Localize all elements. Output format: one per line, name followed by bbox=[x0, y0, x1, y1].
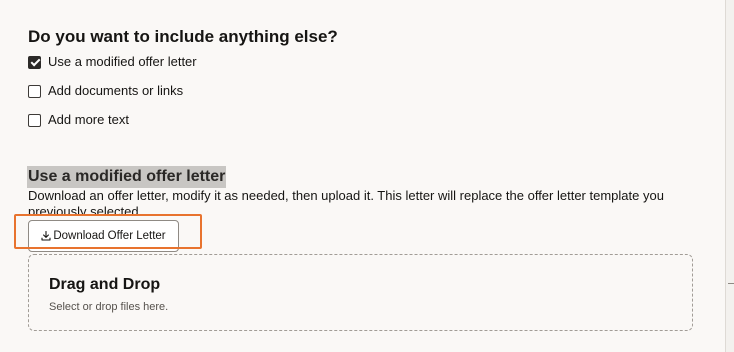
checkbox-unchecked-icon[interactable] bbox=[28, 84, 41, 98]
scrollbar-track[interactable] bbox=[726, 0, 734, 352]
checkbox-checked-icon[interactable] bbox=[28, 55, 41, 69]
checkbox-use-modified-offer-letter[interactable]: Use a modified offer letter bbox=[28, 53, 197, 71]
file-dropzone[interactable]: Drag and Drop Select or drop files here. bbox=[28, 254, 693, 331]
download-offer-letter-button[interactable]: Download Offer Letter bbox=[28, 220, 179, 252]
checkbox-unchecked-icon[interactable] bbox=[28, 113, 41, 127]
modified-letter-description: Download an offer letter, modify it as n… bbox=[28, 188, 664, 214]
content-divider bbox=[725, 0, 726, 352]
checkbox-label: Use a modified offer letter bbox=[48, 54, 197, 69]
download-button-label: Download Offer Letter bbox=[53, 230, 166, 242]
scrollbar-marker bbox=[728, 283, 734, 284]
download-icon bbox=[41, 231, 51, 241]
checkbox-add-more-text[interactable]: Add more text bbox=[28, 111, 129, 129]
modified-letter-title: Use a modified offer letter bbox=[27, 166, 227, 188]
dropzone-title: Drag and Drop bbox=[49, 276, 161, 293]
checkbox-label: Add documents or links bbox=[48, 83, 184, 98]
checkbox-label: Add more text bbox=[48, 112, 129, 127]
checkbox-add-documents-or-links[interactable]: Add documents or links bbox=[28, 82, 183, 100]
section-title: Do you want to include anything else? bbox=[28, 27, 338, 46]
dropzone-hint: Select or drop files here. bbox=[49, 301, 169, 313]
